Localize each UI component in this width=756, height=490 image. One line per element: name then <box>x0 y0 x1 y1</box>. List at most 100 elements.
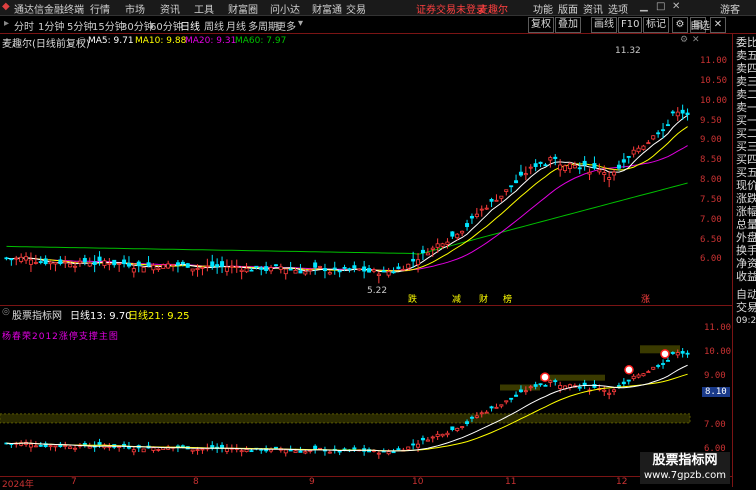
menu-function[interactable]: 功能 <box>533 1 553 16</box>
draw-button[interactable]: 画线 <box>591 17 617 33</box>
candle-body <box>293 269 298 274</box>
candle-body <box>445 241 450 245</box>
candle-body <box>386 271 391 276</box>
candle-body <box>450 426 455 430</box>
period-tab-5min[interactable]: 5分钟 <box>67 18 93 33</box>
candle-body <box>548 380 553 383</box>
more-dropdown-icon[interactable]: ▾ <box>298 18 303 29</box>
candle-body <box>58 259 63 265</box>
menu-options[interactable]: 选项 <box>608 1 628 16</box>
panel-label: 买五 <box>736 166 756 179</box>
candle-body <box>602 389 607 392</box>
period-tab-multi[interactable]: 多周期 <box>248 18 278 33</box>
panel-label: 涨跌 <box>736 192 756 205</box>
event-tag-rank[interactable]: 榜 <box>503 292 512 305</box>
guest-label[interactable]: 游客 <box>720 1 740 16</box>
candle-body <box>425 439 430 442</box>
candle-body <box>288 449 293 452</box>
main-candlestick-chart[interactable] <box>0 34 732 304</box>
menu-trade[interactable]: 交易 <box>346 1 366 16</box>
event-tag-rise[interactable]: 涨 <box>641 292 650 305</box>
candle-body <box>440 243 445 247</box>
candle-body <box>425 252 430 256</box>
panel-auto[interactable]: 自动 <box>736 288 756 301</box>
panel-trade[interactable]: 交易 <box>736 301 756 314</box>
event-tag-reduce[interactable]: 减 <box>452 292 461 305</box>
candle-body <box>661 129 666 132</box>
menu-news[interactable]: 资讯 <box>160 1 180 16</box>
candle-body <box>460 230 465 234</box>
close-panel-icon[interactable]: ✕ <box>710 17 726 33</box>
menu-tools[interactable]: 工具 <box>194 1 214 16</box>
ma60-line <box>6 182 688 255</box>
period-tab-15min[interactable]: 15分钟 <box>92 18 125 33</box>
mark-button[interactable]: 标记 <box>643 17 669 33</box>
candle-body <box>406 263 411 269</box>
candle-body <box>396 448 401 451</box>
candle-body <box>200 448 205 451</box>
period-tab-30min[interactable]: 30分钟 <box>121 18 154 33</box>
candle-body <box>73 265 78 268</box>
candle-body <box>14 257 19 260</box>
candle-body <box>190 449 195 452</box>
candle-body <box>122 259 127 265</box>
menu-ask-xiaoda[interactable]: 问小达 <box>270 1 300 16</box>
menu-wealth-circle[interactable]: 财富圈 <box>228 1 258 16</box>
candle-body <box>347 268 352 271</box>
menu-quotes[interactable]: 行情 <box>90 1 110 16</box>
candle-body <box>646 142 651 145</box>
adjust-button[interactable]: 复权 <box>528 17 554 33</box>
candle-body <box>318 266 323 268</box>
settings-icon[interactable]: ⚙ <box>672 17 688 33</box>
candle-body <box>166 263 171 269</box>
restore-icon[interactable]: □ <box>656 1 665 12</box>
candle-body <box>249 450 254 453</box>
close-icon[interactable]: ✕ <box>672 1 680 12</box>
period-tab-more[interactable]: 更多 <box>276 18 296 33</box>
main-y-label: 9.50 <box>700 116 722 126</box>
candle-body <box>357 268 362 271</box>
candle-body <box>210 261 215 267</box>
period-tab-monthly[interactable]: 月线 <box>226 18 246 33</box>
menu-layout[interactable]: 版面 <box>558 1 578 16</box>
login-notice[interactable]: 证券交易未登录 <box>416 1 486 16</box>
period-menu-icon[interactable]: ▸ <box>4 18 9 29</box>
candle-body <box>229 265 234 268</box>
period-tab-1min[interactable]: 1分钟 <box>38 18 64 33</box>
candle-body <box>577 167 582 170</box>
candle-body <box>420 249 425 254</box>
panel-label: 买一 <box>736 114 756 127</box>
event-tag-finance[interactable]: 财 <box>479 292 488 305</box>
watermark: 股票指标网 www.7gpzb.com <box>640 452 730 484</box>
candle-body <box>352 447 357 450</box>
candle-body <box>538 161 543 164</box>
overlay-button[interactable]: 叠加 <box>555 17 581 33</box>
menu-info[interactable]: 资讯 <box>583 1 603 16</box>
candle-body <box>288 268 293 271</box>
candle-body <box>435 243 440 248</box>
period-tab-60min[interactable]: 60分钟 <box>150 18 183 33</box>
menu-wealth-connect[interactable]: 财富通 <box>312 1 342 16</box>
candle-body <box>141 448 146 453</box>
candle-body <box>63 445 68 447</box>
menu-market[interactable]: 市场 <box>125 1 145 16</box>
period-tab-intraday[interactable]: 分时 <box>14 18 34 33</box>
minimize-icon[interactable]: ▁ <box>640 1 648 12</box>
watchlist-label[interactable]: 自选 <box>690 17 710 32</box>
indicator-toggle-icon[interactable]: ◎ <box>2 307 10 317</box>
main-y-label: 6.50 <box>700 235 722 245</box>
period-tab-daily[interactable]: 日线 <box>180 18 200 33</box>
event-tag-drop[interactable]: 跌 <box>408 292 417 305</box>
main-y-label: 11.00 <box>700 56 728 66</box>
period-tab-weekly[interactable]: 周线 <box>204 18 224 33</box>
candle-body <box>567 163 572 169</box>
candle-body <box>146 262 151 267</box>
candle-body <box>342 266 347 269</box>
candle-body <box>489 406 494 409</box>
panel-label: 净资 <box>736 257 756 270</box>
candle-body <box>479 412 484 415</box>
candle-body <box>484 411 489 414</box>
support-band <box>0 413 691 424</box>
f10-button[interactable]: F10 <box>618 17 643 33</box>
sub-indicator-chart[interactable] <box>0 320 732 476</box>
